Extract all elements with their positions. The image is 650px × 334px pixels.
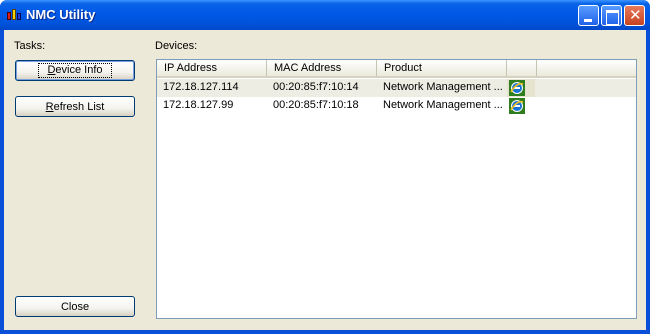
window-title: NMC Utility bbox=[26, 7, 96, 22]
internet-explorer-icon[interactable] bbox=[509, 80, 525, 96]
column-header-ip-address[interactable]: IP Address bbox=[157, 60, 267, 76]
mac-address-cell: 00:20:85:f7:10:14 bbox=[273, 81, 359, 93]
refresh-list-label: Refresh List bbox=[45, 100, 105, 113]
minimize-button[interactable] bbox=[578, 5, 599, 26]
close-label: Close bbox=[60, 300, 90, 313]
table-row[interactable]: 172.18.127.114 00:20:85:f7:10:14 Network… bbox=[157, 79, 636, 97]
ip-address-cell: 172.18.127.114 bbox=[163, 81, 239, 93]
close-window-button[interactable]: ✕ bbox=[624, 5, 645, 26]
close-icon: ✕ bbox=[629, 7, 642, 24]
close-button[interactable]: Close bbox=[15, 296, 135, 317]
product-cell: Network Management ... bbox=[383, 99, 503, 111]
ip-address-cell: 172.18.127.99 bbox=[163, 99, 234, 111]
devices-label: Devices: bbox=[155, 40, 198, 52]
maximize-button[interactable] bbox=[601, 5, 622, 26]
refresh-list-button[interactable]: Refresh List bbox=[15, 96, 135, 117]
column-header-product[interactable]: Product bbox=[377, 60, 507, 76]
table-row[interactable]: 172.18.127.99 00:20:85:f7:10:18 Network … bbox=[157, 97, 636, 115]
device-info-label: Device Info bbox=[38, 63, 112, 78]
mac-address-cell: 00:20:85:f7:10:18 bbox=[273, 99, 359, 111]
app-window: NMC Utility ✕ Tasks: Devices: Device Inf… bbox=[0, 0, 650, 334]
device-info-button[interactable]: Device Info bbox=[15, 60, 135, 81]
tasks-label: Tasks: bbox=[14, 40, 46, 52]
devices-list[interactable]: IP Address MAC Address Product 172.18.12… bbox=[156, 59, 637, 319]
product-cell: Network Management ... bbox=[383, 81, 503, 93]
client-area: Tasks: Devices: Device Info Refresh List… bbox=[4, 30, 646, 330]
app-icon[interactable] bbox=[6, 8, 22, 22]
column-header-mac-address[interactable]: MAC Address bbox=[267, 60, 377, 76]
internet-explorer-icon[interactable] bbox=[509, 98, 525, 114]
title-bar[interactable]: NMC Utility ✕ bbox=[0, 0, 650, 30]
list-header: IP Address MAC Address Product bbox=[157, 60, 636, 78]
column-header-icon[interactable] bbox=[507, 60, 537, 76]
